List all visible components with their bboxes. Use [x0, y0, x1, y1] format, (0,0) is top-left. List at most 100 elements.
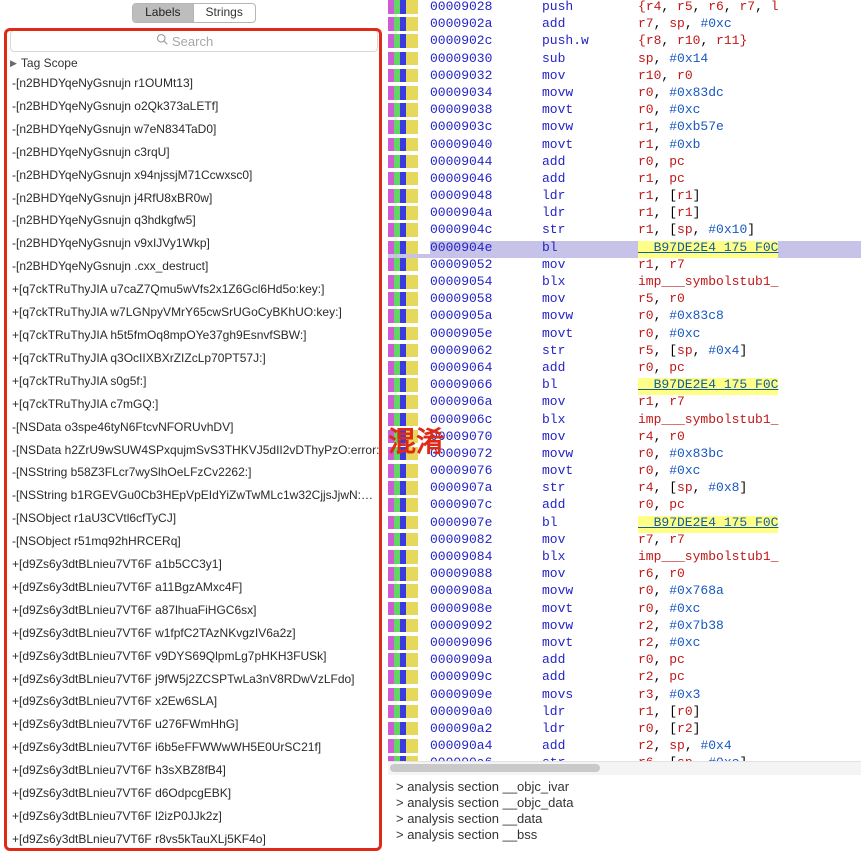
disasm-row[interactable]: 00009044addr0, pc [388, 155, 861, 172]
disasm-row[interactable]: 00009088movr6, r0 [388, 567, 861, 584]
search-input[interactable] [172, 34, 232, 49]
disasm-row[interactable]: 0000905amovwr0, #0x83c8 [388, 309, 861, 326]
disasm-row[interactable]: 000090a4addr2, sp, #0x4 [388, 739, 861, 756]
symbol-list: -[n2BHDYqeNyGsnujn r1OUMt13]-[n2BHDYqeNy… [0, 72, 388, 851]
disasm-row[interactable]: 00009040movtr1, #0xb [388, 138, 861, 155]
disasm-row[interactable]: 000090a0ldrr1, [r0] [388, 705, 861, 722]
list-item[interactable]: +[d9Zs6y3dtBLnieu7VT6F v9DYS69QlpmLg7pHK… [0, 645, 388, 668]
list-item[interactable]: +[q7ckTRuThyJIA q3OcIIXBXrZIZcLp70PT57J:… [0, 347, 388, 370]
list-item[interactable]: -[n2BHDYqeNyGsnujn .cxx_destruct] [0, 255, 388, 278]
mnemonic: bl [542, 378, 638, 395]
disasm-row[interactable]: 0000902aaddr7, sp, #0xc [388, 17, 861, 34]
disasm-row[interactable]: 00009046addr1, pc [388, 172, 861, 189]
operands: r4, r0 [638, 430, 685, 447]
disasm-row[interactable]: 00009096movtr2, #0xc [388, 636, 861, 653]
list-item[interactable]: -[NSObject r1aU3CVtl6cfTyCJ] [0, 507, 388, 530]
list-item[interactable]: -[n2BHDYqeNyGsnujn r1OUMt13] [0, 72, 388, 95]
list-item[interactable]: +[q7ckTRuThyJIA s0g5f:] [0, 370, 388, 393]
list-item[interactable]: +[q7ckTRuThyJIA w7LGNpyVMrY65cwSrUGoCyBK… [0, 301, 388, 324]
list-item[interactable]: -[NSString b1RGEVGu0Cb3HEpVpEIdYiZwTwMLc… [0, 484, 388, 507]
tab-strings[interactable]: Strings [194, 4, 255, 22]
list-item[interactable]: +[d9Zs6y3dtBLnieu7VT6F j9fW5j2ZCSPTwLa3n… [0, 668, 388, 691]
tab-labels[interactable]: Labels [133, 4, 193, 22]
list-item[interactable]: -[n2BHDYqeNyGsnujn c3rqU] [0, 141, 388, 164]
list-item[interactable]: +[d9Zs6y3dtBLnieu7VT6F x2Ew6SLA] [0, 690, 388, 713]
disasm-row[interactable]: 000090a2ldrr0, [r2] [388, 722, 861, 739]
disasm-row[interactable]: 0000908emovtr0, #0xc [388, 602, 861, 619]
disasm-row[interactable]: 0000909caddr2, pc [388, 670, 861, 687]
disasm-row[interactable]: 00009084blximp___symbolstub1_ [388, 550, 861, 567]
list-item[interactable]: +[d9Zs6y3dtBLnieu7VT6F a11BgzAMxc4F] [0, 576, 388, 599]
search-wrap[interactable] [10, 30, 378, 52]
scrollbar-thumb[interactable] [390, 764, 600, 772]
disasm-row[interactable]: 00009062strr5, [sp, #0x4] [388, 344, 861, 361]
list-item[interactable]: +[d9Zs6y3dtBLnieu7VT6F h3sXBZ8fB4] [0, 759, 388, 782]
disclosure-triangle-icon[interactable]: ▶ [10, 58, 17, 69]
disasm-row[interactable]: 00009058movr5, r0 [388, 292, 861, 309]
list-item[interactable]: +[d9Zs6y3dtBLnieu7VT6F l2izP0JJk2z] [0, 805, 388, 828]
disasm-row[interactable]: 00009066bl__B97DE2E4_175_F0C [388, 378, 861, 395]
disasm-row[interactable]: 00009048ldrr1, [r1] [388, 189, 861, 206]
disasm-row[interactable]: 00009038movtr0, #0xc [388, 103, 861, 120]
mnemonic: movt [542, 636, 638, 653]
disasm-row[interactable]: 0000908amovwr0, #0x768a [388, 584, 861, 601]
disasm-row[interactable]: 00009072movwr0, #0x83bc [388, 447, 861, 464]
disasm-row[interactable]: 00009070movr4, r0 [388, 430, 861, 447]
list-item[interactable]: -[n2BHDYqeNyGsnujn j4RfU8xBR0w] [0, 187, 388, 210]
disasm-row[interactable]: 0000907ebl__B97DE2E4_175_F0C [388, 516, 861, 533]
list-item[interactable]: +[d9Zs6y3dtBLnieu7VT6F a1b5CC3y1] [0, 553, 388, 576]
list-item[interactable]: -[n2BHDYqeNyGsnujn w7eN834TaD0] [0, 118, 388, 141]
disasm-row[interactable]: 00009054blximp___symbolstub1_ [388, 275, 861, 292]
disasm-row[interactable]: 0000905emovtr0, #0xc [388, 327, 861, 344]
disasm-row[interactable]: 00009076movtr0, #0xc [388, 464, 861, 481]
mnemonic: sub [542, 52, 638, 69]
operand-link[interactable]: __B97DE2E4_175_F0C [638, 241, 778, 258]
list-item[interactable]: -[NSString b58Z3FLcr7wySlhOeLFzCv2262:] [0, 461, 388, 484]
list-item[interactable]: -[n2BHDYqeNyGsnujn v9xIJVy1Wkp] [0, 232, 388, 255]
list-item[interactable]: +[q7ckTRuThyJIA c7mGQ:] [0, 393, 388, 416]
list-item[interactable]: -[NSData h2ZrU9wSUW4SPxqujmSvS3THKVJ5dII… [0, 439, 388, 462]
mnemonic: add [542, 498, 638, 515]
operands: r0, pc [638, 361, 685, 378]
disasm-row[interactable]: 0000907astrr4, [sp, #0x8] [388, 481, 861, 498]
mnemonic: ldr [542, 722, 638, 739]
disasm-row[interactable]: 0000909emovsr3, #0x3 [388, 688, 861, 705]
operand-link[interactable]: __B97DE2E4_175_F0C [638, 516, 778, 533]
disasm-row[interactable]: 00009064addr0, pc [388, 361, 861, 378]
disasm-row[interactable]: 00009034movwr0, #0x83dc [388, 86, 861, 103]
list-item[interactable]: +[d9Zs6y3dtBLnieu7VT6F i6b5eFFWWwWH5E0Ur… [0, 736, 388, 759]
list-item[interactable]: +[d9Zs6y3dtBLnieu7VT6F a87lhuaFiHGC6sx] [0, 599, 388, 622]
list-item[interactable]: +[d9Zs6y3dtBLnieu7VT6F u276FWmHhG] [0, 713, 388, 736]
mnemonic: movw [542, 309, 638, 326]
horizontal-scrollbar[interactable] [388, 761, 861, 775]
disasm-row[interactable]: 0000907caddr0, pc [388, 498, 861, 515]
disasm-row[interactable]: 0000902cpush.w{r8, r10, r11} [388, 34, 861, 51]
list-item[interactable]: -[n2BHDYqeNyGsnujn x94njssjM71Ccwxsc0] [0, 164, 388, 187]
list-item[interactable]: -[n2BHDYqeNyGsnujn q3hdkgfw5] [0, 209, 388, 232]
disasm-row[interactable]: 00009032movr10, r0 [388, 69, 861, 86]
list-item[interactable]: +[q7ckTRuThyJIA u7caZ7Qmu5wVfs2x1Z6Gcl6H… [0, 278, 388, 301]
list-item[interactable]: -[n2BHDYqeNyGsnujn o2Qk373aLETf] [0, 95, 388, 118]
disasm-row[interactable]: 0000906amovr1, r7 [388, 395, 861, 412]
disasm-row[interactable]: 0000904aldrr1, [r1] [388, 206, 861, 223]
tag-scope-row[interactable]: ▶ Tag Scope [0, 52, 388, 72]
disasm-row[interactable]: 0000904cstrr1, [sp, #0x10] [388, 223, 861, 240]
disasm-row[interactable]: 00009028push{r4, r5, r6, r7, l [388, 0, 861, 17]
list-item[interactable]: +[d9Zs6y3dtBLnieu7VT6F w1fpfC2TAzNKvgzIV… [0, 622, 388, 645]
list-item[interactable]: +[d9Zs6y3dtBLnieu7VT6F r8vs5kTauXLj5KF4o… [0, 828, 388, 851]
disasm-row[interactable]: 0000903cmovwr1, #0xb57e [388, 120, 861, 137]
disasm-row[interactable]: 00009030subsp, #0x14 [388, 52, 861, 69]
address: 00009092 [430, 619, 542, 636]
disasm-row[interactable]: 00009052movr1, r7 [388, 258, 861, 275]
list-item[interactable]: -[NSObject r51mq92hHRCERq] [0, 530, 388, 553]
disasm-row[interactable]: 00009082movr7, r7 [388, 533, 861, 550]
disasm-row[interactable]: 00009092movwr2, #0x7b38 [388, 619, 861, 636]
disasm-scroll[interactable]: 00009028push{r4, r5, r6, r7, l0000902aad… [388, 0, 861, 761]
list-item[interactable]: +[d9Zs6y3dtBLnieu7VT6F d6OdpcgEBK] [0, 782, 388, 805]
list-item[interactable]: -[NSData o3spe46tyN6FtcvNFORUvhDV] [0, 416, 388, 439]
disasm-row[interactable]: 0000909aaddr0, pc [388, 653, 861, 670]
list-item[interactable]: +[q7ckTRuThyJIA h5t5fmOq8mpOYe37gh9Esnvf… [0, 324, 388, 347]
operand-link[interactable]: __B97DE2E4_175_F0C [638, 378, 778, 395]
disasm-row[interactable]: 0000904ebl__B97DE2E4_175_F0C [388, 241, 861, 258]
disasm-row[interactable]: 0000906cblximp___symbolstub1_ [388, 413, 861, 430]
